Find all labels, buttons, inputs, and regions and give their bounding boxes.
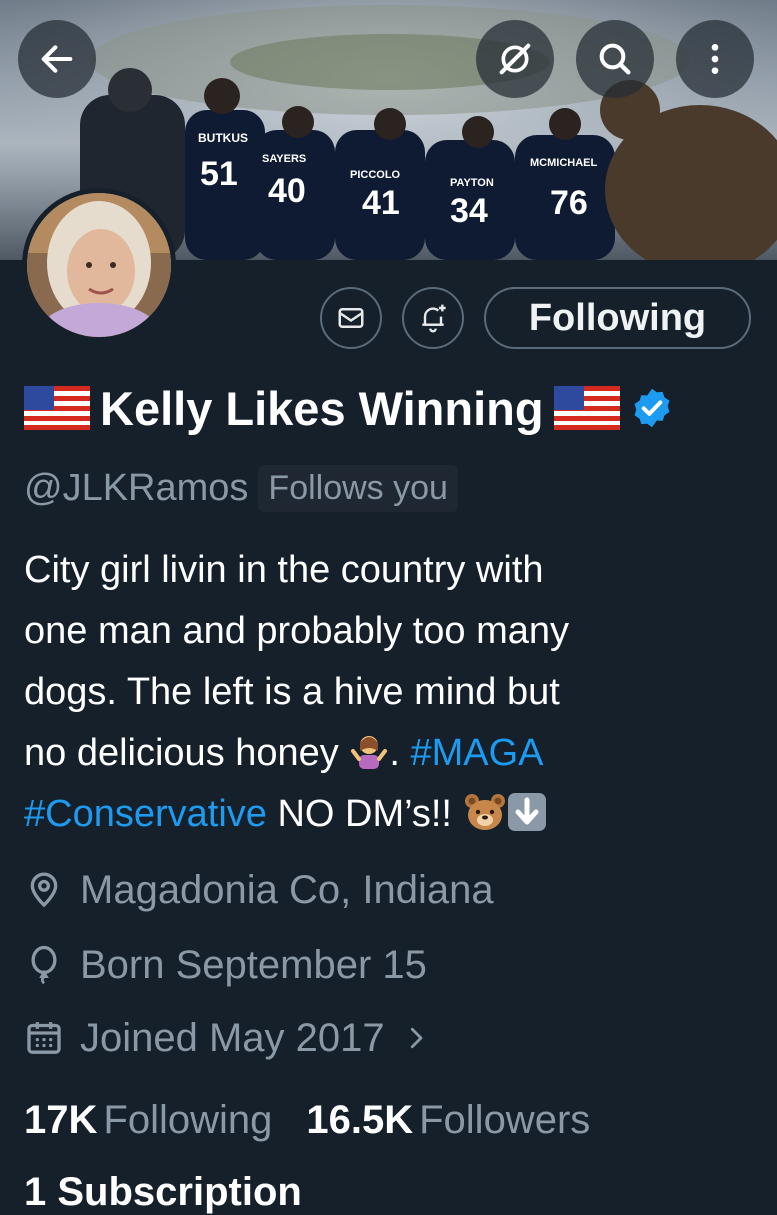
hashtag-link[interactable]: #MAGA	[410, 732, 543, 774]
avatar[interactable]	[22, 188, 176, 342]
search-button[interactable]	[576, 20, 654, 98]
us-flag-icon	[24, 386, 90, 430]
bio-text: .	[389, 732, 411, 774]
profile-bio: City girl livin in the country with one …	[24, 540, 754, 845]
jersey-name: SAYERS	[262, 153, 306, 165]
following-label: Following	[103, 1097, 273, 1142]
bio-text: no delicious honey	[24, 732, 339, 774]
notifications-button[interactable]	[402, 287, 464, 349]
display-name: Kelly Likes Winning	[100, 381, 544, 435]
bear-emoji-icon	[464, 794, 505, 830]
verified-badge-icon[interactable]	[630, 386, 674, 430]
search-icon	[599, 43, 631, 75]
down-arrow-emoji-icon	[507, 793, 546, 831]
bio-line: dogs. The left is a hive mind but	[24, 671, 560, 713]
grok-button[interactable]	[476, 20, 554, 98]
bio-line: #Conservative NO DM’s!!	[24, 784, 754, 845]
profile-joined[interactable]: Joined May 2017	[24, 1010, 431, 1066]
back-arrow-icon	[41, 45, 73, 73]
profile-birthday: Born September 15	[24, 937, 427, 993]
user-handle: @JLKRamos	[24, 466, 249, 509]
followers-label: Followers	[419, 1097, 591, 1142]
jersey-number: 34	[450, 192, 488, 230]
chevron-right-icon	[410, 1027, 423, 1049]
grok-icon	[499, 43, 531, 75]
handle-row: @JLKRamos Follows you	[24, 460, 458, 516]
following-count: 17K	[24, 1097, 98, 1142]
balloon-icon	[31, 945, 57, 985]
location-text: Magadonia Co, Indiana	[80, 867, 494, 912]
jersey-name: PICCOLO	[350, 169, 401, 181]
jersey-number: 51	[200, 155, 238, 193]
avatar-image	[27, 193, 171, 337]
bell-plus-icon	[422, 304, 446, 333]
jersey-name: PAYTON	[450, 177, 494, 189]
profile-location: Magadonia Co, Indiana	[24, 862, 494, 918]
jersey-number: 40	[268, 172, 306, 210]
more-button[interactable]	[676, 20, 754, 98]
jersey-name: MCMICHAEL	[530, 157, 597, 169]
following-stat[interactable]: 17K Following	[24, 1098, 272, 1143]
joined-text: Joined May 2017	[80, 1015, 385, 1060]
follows-you-badge: Follows you	[258, 464, 458, 512]
followers-stat[interactable]: 16.5K Followers	[306, 1098, 590, 1143]
jersey-number: 41	[362, 184, 400, 222]
shrug-emoji-icon	[351, 736, 388, 769]
location-pin-icon	[30, 872, 58, 908]
following-button[interactable]: Following	[484, 287, 751, 349]
us-flag-icon	[553, 386, 620, 430]
calendar-icon	[27, 1022, 61, 1054]
bio-line: no delicious honey . #MAGA	[24, 723, 754, 784]
follow-stats: 17K Following 16.5K Followers	[24, 1092, 590, 1148]
back-button[interactable]	[18, 20, 96, 98]
more-vertical-icon	[711, 44, 719, 74]
jersey-number: 76	[550, 184, 588, 222]
subscriptions-link[interactable]: 1 Subscription	[24, 1170, 302, 1215]
jersey-name: BUTKUS	[198, 131, 248, 145]
message-button[interactable]	[320, 287, 382, 349]
envelope-icon	[338, 308, 364, 328]
bio-line: one man and probably too many	[24, 610, 570, 652]
bio-line: City girl livin in the country with	[24, 549, 544, 591]
hashtag-link[interactable]: #Conservative	[24, 793, 267, 835]
bio-text: NO DM’s!!	[266, 793, 463, 835]
display-name-row: Kelly Likes Winning	[24, 376, 674, 440]
birthday-text: Born September 15	[80, 942, 427, 987]
followers-count: 16.5K	[306, 1097, 414, 1142]
